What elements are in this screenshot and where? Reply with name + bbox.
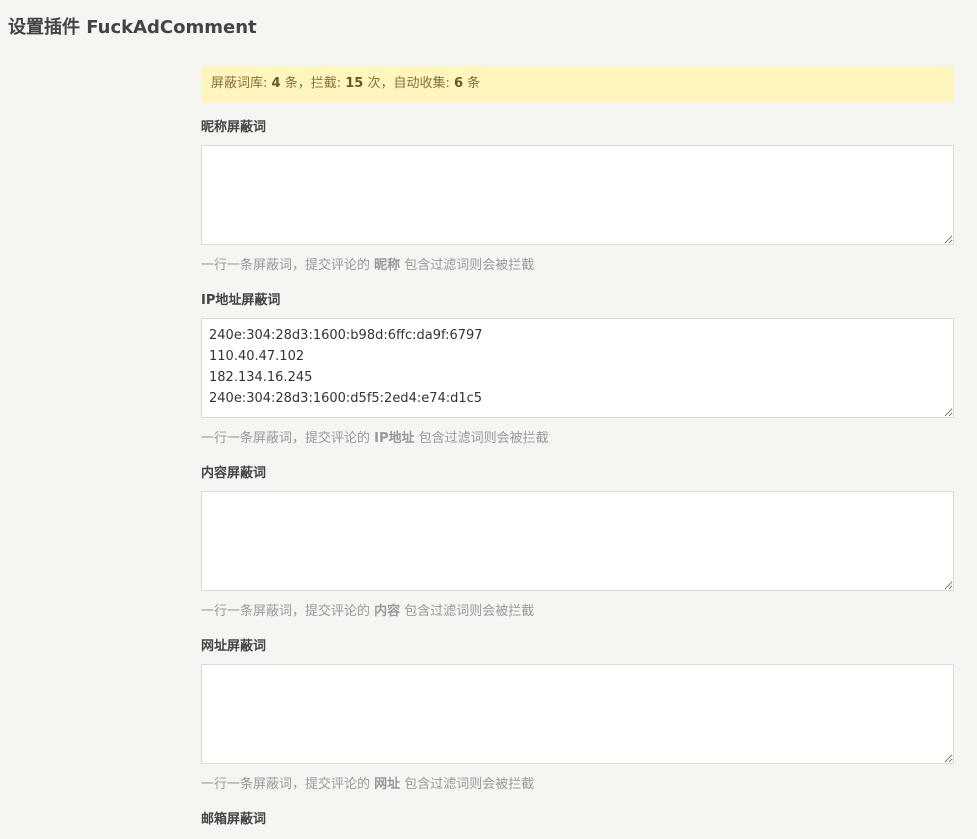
ip-textarea[interactable] <box>201 318 954 418</box>
desc-prefix: 一行一条屏蔽词，提交评论的 <box>201 777 375 792</box>
page-title: 设置插件 FuckAdComment <box>8 17 257 38</box>
desc-prefix: 一行一条屏蔽词，提交评论的 <box>201 604 375 619</box>
desc-prefix: 一行一条屏蔽词，提交评论的 <box>201 431 375 446</box>
desc-key: IP地址 <box>374 431 415 446</box>
desc-key: 内容 <box>374 604 401 619</box>
desc-key: 网址 <box>374 777 401 792</box>
stats-notice: 屏蔽词库: 4 条，拦截: 15 次，自动收集: 6 条 <box>201 66 954 102</box>
notice-prefix: 屏蔽词库: <box>211 76 272 91</box>
nickname-label: 昵称屏蔽词 <box>201 120 267 135</box>
library-count: 4 <box>271 76 281 91</box>
notice-block-unit: 次，自动收集: <box>363 76 454 91</box>
ip-description: 一行一条屏蔽词，提交评论的 IP地址 包含过滤词则会被拦截 <box>201 430 954 448</box>
url-description: 一行一条屏蔽词，提交评论的 网址 包含过滤词则会被拦截 <box>201 776 954 794</box>
collect-count: 6 <box>453 76 464 91</box>
desc-suffix: 包含过滤词则会被拦截 <box>400 258 535 273</box>
content-label: 内容屏蔽词 <box>201 466 267 481</box>
desc-suffix: 包含过滤词则会被拦截 <box>414 431 549 446</box>
nickname-description: 一行一条屏蔽词，提交评论的 昵称 包含过滤词则会被拦截 <box>201 257 954 275</box>
url-textarea[interactable] <box>201 664 954 764</box>
email-label: 邮箱屏蔽词 <box>201 812 267 827</box>
ip-label: IP地址屏蔽词 <box>201 293 281 308</box>
nickname-textarea[interactable] <box>201 145 954 245</box>
content-textarea[interactable] <box>201 491 954 591</box>
url-label: 网址屏蔽词 <box>201 639 267 654</box>
desc-suffix: 包含过滤词则会被拦截 <box>400 777 535 792</box>
notice-lib-unit: 条，拦截: <box>280 76 346 91</box>
desc-key: 昵称 <box>374 258 401 273</box>
settings-form: 屏蔽词库: 4 条，拦截: 15 次，自动收集: 6 条 昵称屏蔽词 一行一条屏… <box>201 66 954 829</box>
desc-suffix: 包含过滤词则会被拦截 <box>400 604 535 619</box>
desc-prefix: 一行一条屏蔽词，提交评论的 <box>201 258 375 273</box>
notice-collect-unit: 条 <box>463 76 481 91</box>
content-description: 一行一条屏蔽词，提交评论的 内容 包含过滤词则会被拦截 <box>201 603 954 621</box>
block-count: 15 <box>345 76 364 91</box>
